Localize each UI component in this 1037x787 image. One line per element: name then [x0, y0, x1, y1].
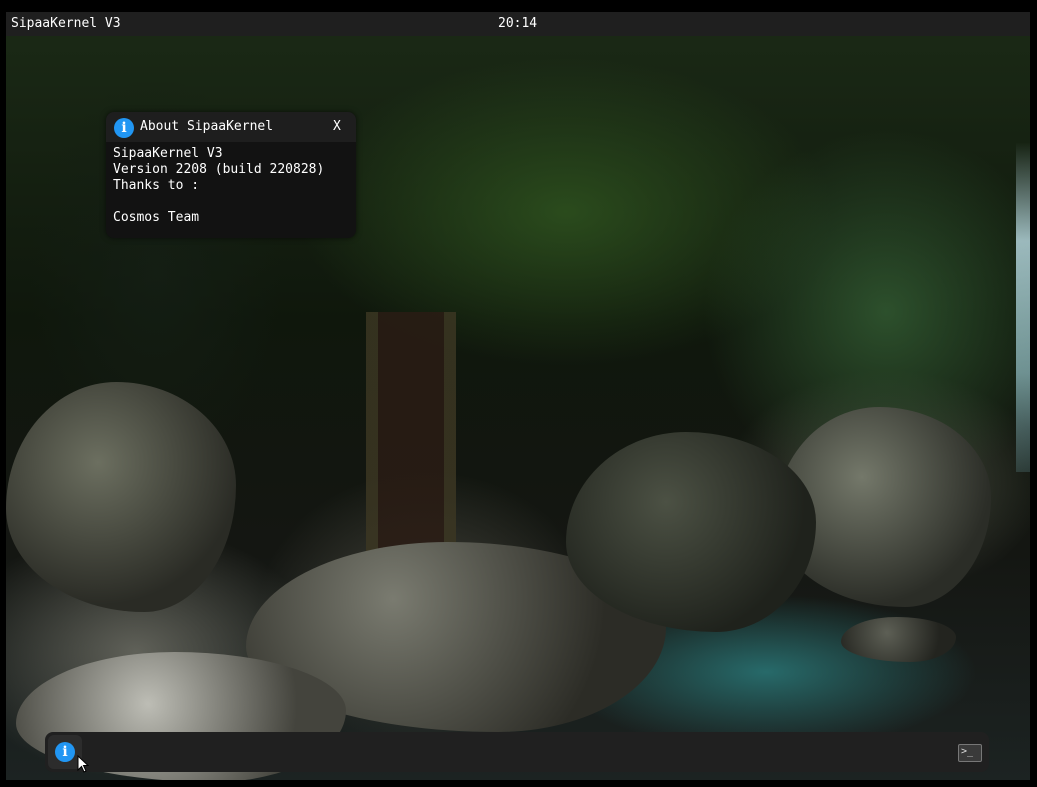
- window-content: SipaaKernel V3 Version 2208 (build 22082…: [106, 142, 356, 226]
- terminal-icon[interactable]: >_: [958, 744, 982, 762]
- top-bar: SipaaKernel V3 20:14: [6, 12, 1030, 36]
- terminal-glyph: >_: [961, 746, 974, 757]
- wallpaper-rock: [566, 432, 816, 632]
- info-icon: i: [55, 742, 75, 762]
- about-line-version: Version 2208 (build 220828): [113, 162, 325, 177]
- window-title: About SipaaKernel: [140, 119, 274, 134]
- about-line-credits: Cosmos Team: [113, 210, 200, 225]
- window-titlebar[interactable]: i About SipaaKernel X: [106, 112, 356, 142]
- wallpaper-post: [366, 312, 456, 572]
- desktop: SipaaKernel V3 20:14 i About SipaaKernel…: [6, 12, 1030, 780]
- wallpaper-rock: [841, 617, 956, 662]
- wallpaper-waterfall: [1016, 142, 1030, 472]
- taskbar: i >_: [45, 732, 989, 772]
- clock: 20:14: [498, 16, 538, 31]
- about-line-blank: [113, 194, 356, 210]
- wallpaper-rock: [6, 382, 236, 612]
- about-line-product: SipaaKernel V3: [113, 146, 223, 161]
- about-window[interactable]: i About SipaaKernel X SipaaKernel V3 Ver…: [106, 112, 356, 238]
- os-title: SipaaKernel V3: [11, 16, 121, 31]
- about-line-thanks: Thanks to :: [113, 178, 200, 193]
- close-button[interactable]: X: [333, 112, 341, 142]
- info-icon: i: [114, 118, 134, 138]
